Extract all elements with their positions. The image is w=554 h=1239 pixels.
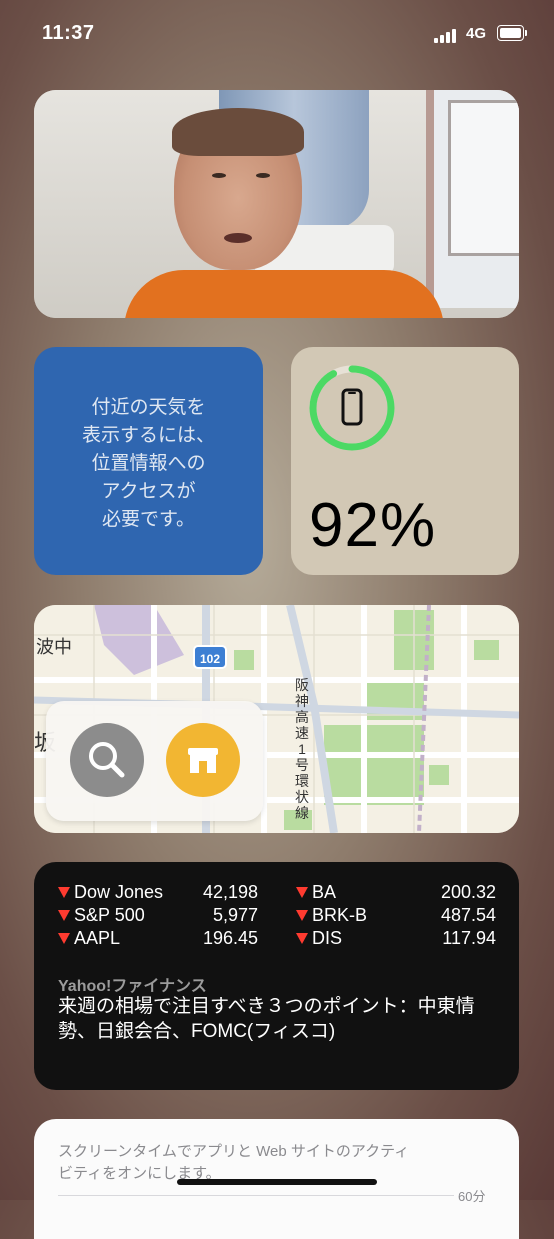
home-indicator[interactable]: [177, 1179, 377, 1185]
stock-row[interactable]: BA 200.32: [296, 882, 496, 904]
iphone-icon: [341, 388, 363, 426]
down-arrow-icon: [58, 910, 70, 921]
news-source: Yahoo!ファイナンス: [58, 978, 207, 995]
stock-symbol: Dow Jones: [74, 882, 164, 902]
stock-value: 196.45: [202, 928, 258, 948]
stock-row[interactable]: S&P 500 5,977: [58, 905, 258, 927]
down-arrow-icon: [58, 933, 70, 944]
map-search-button[interactable]: [70, 723, 144, 797]
search-icon: [89, 742, 125, 778]
stock-symbol: BRK-B: [312, 905, 368, 925]
route-102-badge: 102: [193, 645, 227, 669]
battery-widget[interactable]: 92%: [291, 347, 519, 575]
down-arrow-icon: [296, 910, 308, 921]
status-bar: 11:37 4G: [0, 0, 554, 70]
network-type: 4G: [466, 25, 487, 42]
store-icon: [188, 748, 218, 773]
map-shop-button[interactable]: [166, 723, 240, 797]
battery-icon: [497, 25, 527, 41]
down-arrow-icon: [296, 933, 308, 944]
map-place-label: 波中: [36, 637, 72, 657]
weather-location-message: 付近の天気を 表示するには、 位置情報への アクセスが 必要です。: [81, 397, 215, 530]
stock-value: 487.54: [440, 905, 496, 925]
stock-value: 42,198: [202, 882, 258, 902]
stocks-news-widget[interactable]: Dow Jones 42,198 S&P 500 5,977 AAPL 196.…: [34, 862, 519, 1090]
stock-row[interactable]: AAPL 196.45: [58, 928, 258, 950]
signal-strength-icon: [434, 27, 460, 43]
window-image: [426, 90, 519, 308]
stock-row[interactable]: Dow Jones 42,198: [58, 882, 258, 904]
battery-percentage: 92%: [309, 491, 437, 560]
down-arrow-icon: [58, 887, 70, 898]
down-arrow-icon: [296, 887, 308, 898]
stock-symbol: DIS: [312, 928, 343, 948]
map-action-panel: [46, 701, 263, 821]
stock-row[interactable]: DIS 117.94: [296, 928, 496, 950]
map-widget[interactable]: 波中 坂 102 阪神高速1号環状線: [34, 605, 519, 833]
status-time: 11:37: [42, 22, 95, 44]
stock-symbol: BA: [312, 882, 337, 902]
screentime-axis-label: 60分: [458, 1189, 486, 1204]
expressway-label: 阪神高速1号環状線: [295, 677, 309, 821]
stock-symbol: AAPL: [74, 928, 121, 948]
stock-row[interactable]: BRK-B 487.54: [296, 905, 496, 927]
news-headline[interactable]: 来週の相場で注目すべき３つのポイント：中東情勢、日銀会合、FOMC(フィスコ): [58, 994, 503, 1044]
stock-value: 200.32: [440, 882, 496, 902]
stock-value: 5,977: [212, 905, 258, 925]
stock-symbol: S&P 500: [74, 905, 145, 925]
stock-value: 117.94: [442, 928, 496, 948]
chart-gridline: [58, 1195, 454, 1196]
battery-ring: [309, 365, 395, 451]
weather-widget[interactable]: 付近の天気を 表示するには、 位置情報への アクセスが 必要です。: [34, 347, 263, 575]
photo-widget[interactable]: [34, 90, 519, 318]
